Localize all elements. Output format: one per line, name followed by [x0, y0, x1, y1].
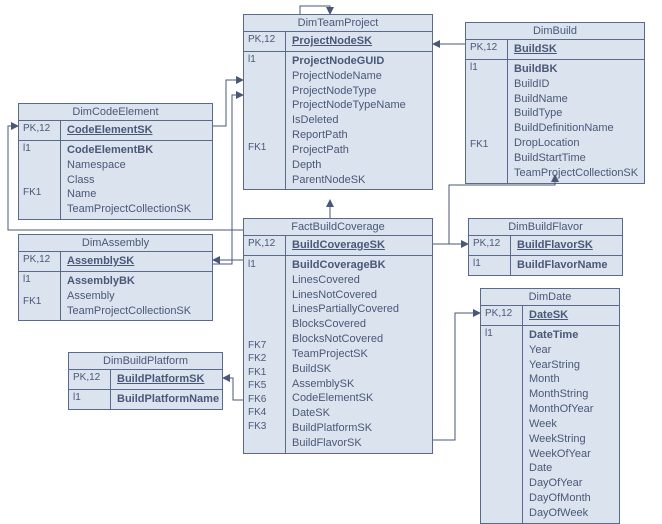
sec-keycol: l1 FK1 [466, 60, 508, 183]
pk-field: DateSK [523, 306, 619, 325]
pk-key: PK,12 [466, 40, 508, 59]
entity-title: DimAssembly [19, 235, 212, 252]
pk-key: PK,12 [19, 252, 61, 271]
sec-field: BuildFlavorName [511, 256, 622, 275]
sec-fields: ProjectNodeGUID ProjectNodeName ProjectN… [286, 52, 432, 190]
sec-fields: AssemblyBK Assembly TeamProjectCollectio… [61, 272, 212, 321]
pk-field: BuildSK [508, 40, 644, 59]
entity-title: DimCodeElement [19, 104, 212, 121]
sec-fields: CodeElementBK Namespace Class Name TeamP… [61, 141, 212, 219]
sec-keycol: l1 FK7 FK2 FK1 FK5 FK6 FK4 FK3 [244, 256, 286, 453]
entity-dimassembly: DimAssembly PK,12 AssemblySK l1 FK1 Asse… [18, 234, 213, 321]
pk-key: PK,12 [69, 370, 111, 389]
pk-key: PK,12 [244, 32, 286, 51]
sec-keycol: l1 FK1 [19, 272, 61, 321]
pk-field: ProjectNodeSK [286, 32, 432, 51]
sec-field: BuildPlatformName [111, 390, 225, 409]
sec-key: l1 [481, 326, 523, 523]
sec-fields: BuildCoverageBK LinesCovered LinesNotCov… [286, 256, 432, 453]
sec-fields: DateTime Year YearString Month MonthStri… [523, 326, 619, 523]
entity-title: DimBuild [466, 23, 644, 40]
entity-title: DimBuildFlavor [469, 219, 622, 236]
entity-dimcodeelement: DimCodeElement PK,12 CodeElementSK l1 FK… [18, 103, 213, 220]
pk-field: AssemblySK [61, 252, 212, 271]
entity-factbuildcoverage: FactBuildCoverage PK,12 BuildCoverageSK … [243, 218, 433, 454]
pk-key: PK,12 [244, 236, 286, 255]
pk-key: PK,12 [19, 121, 61, 140]
entity-dimbuildflavor: DimBuildFlavor PK,12 BuildFlavorSK l1 Bu… [468, 218, 623, 276]
sec-key: l1 [69, 390, 111, 409]
pk-field: CodeElementSK [61, 121, 212, 140]
pk-field: BuildPlatformSK [111, 370, 222, 389]
sec-keycol: l1 FK1 [19, 141, 61, 219]
entity-title: DimTeamProject [244, 15, 432, 32]
entity-title: DimBuildPlatform [69, 353, 222, 370]
entity-dimbuild: DimBuild PK,12 BuildSK l1 FK1 BuildBK Bu… [465, 22, 645, 184]
sec-keycol: l1 FK1 [244, 52, 286, 190]
pk-field: BuildCoverageSK [286, 236, 432, 255]
entity-dimteamproject: DimTeamProject PK,12 ProjectNodeSK l1 FK… [243, 14, 433, 190]
entity-dimdate: DimDate PK,12 DateSK l1 DateTime Year Ye… [480, 288, 620, 524]
entity-title: DimDate [481, 289, 619, 306]
pk-key: PK,12 [481, 306, 523, 325]
pk-key: PK,12 [469, 236, 511, 255]
sec-key: l1 [469, 256, 511, 275]
sec-fields: BuildBK BuildID BuildName BuildType Buil… [508, 60, 644, 183]
entity-dimbuildplatform: DimBuildPlatform PK,12 BuildPlatformSK l… [68, 352, 223, 410]
entity-title: FactBuildCoverage [244, 219, 432, 236]
pk-field: BuildFlavorSK [511, 236, 622, 255]
